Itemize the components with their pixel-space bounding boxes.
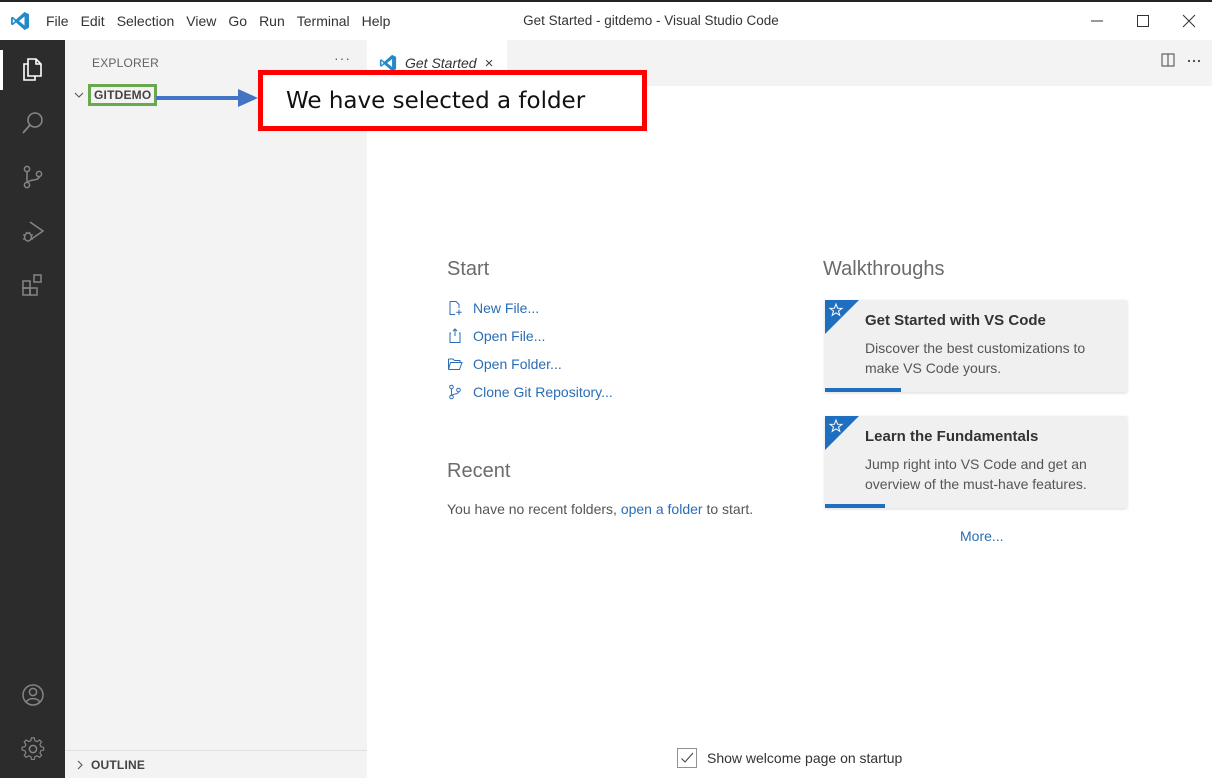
- manage-button[interactable]: [0, 724, 65, 774]
- activity-bar: [0, 40, 65, 778]
- recent-text-after: to start.: [702, 501, 754, 517]
- walkthrough-card-fundamentals[interactable]: Learn the Fundamentals Jump right into V…: [825, 416, 1127, 508]
- open-a-folder-link[interactable]: open a folder: [621, 501, 703, 517]
- outline-label: OUTLINE: [91, 757, 146, 772]
- featured-star-icon: [825, 300, 859, 334]
- chevron-right-icon: [77, 760, 83, 769]
- vscode-logo-icon: [0, 2, 40, 40]
- menu-selection[interactable]: Selection: [111, 2, 181, 40]
- source-control-icon: [449, 384, 461, 400]
- menu-view[interactable]: View: [180, 2, 222, 40]
- settings-gear-icon: [21, 737, 44, 761]
- card-title: Get Started with VS Code: [865, 312, 1046, 329]
- clone-repo-label: Clone Git Repository...: [473, 384, 613, 400]
- active-indicator: [0, 50, 3, 90]
- open-file-link[interactable]: Open File...: [447, 322, 613, 350]
- walkthrough-card-get-started[interactable]: Get Started with VS Code Discover the be…: [825, 300, 1127, 392]
- show-on-startup-label: Show welcome page on startup: [707, 750, 903, 766]
- search-button[interactable]: [0, 98, 65, 148]
- minimize-icon: [1091, 20, 1103, 22]
- card-description: Discover the best customizations to make…: [865, 340, 1086, 376]
- open-folder-icon: [448, 358, 463, 370]
- menu-file[interactable]: File: [40, 2, 75, 40]
- new-file-link[interactable]: New File...: [447, 294, 613, 322]
- sidebar-more-button[interactable]: ···: [334, 50, 351, 66]
- new-file-label: New File...: [473, 300, 540, 316]
- sidebar-title: EXPLORER: [92, 56, 159, 70]
- extensions-icon: [21, 274, 42, 296]
- open-file-icon: [449, 328, 461, 343]
- more-actions-icon[interactable]: [1186, 52, 1202, 68]
- show-on-startup-checkbox[interactable]: [677, 748, 697, 768]
- source-control-icon: [23, 165, 42, 189]
- show-on-startup-toggle[interactable]: Show welcome page on startup: [677, 748, 902, 768]
- tab-close-button[interactable]: ×: [485, 55, 494, 72]
- recent-empty-message: You have no recent folders, open a folde…: [447, 494, 767, 524]
- menu-bar: File Edit Selection View Go Run Terminal…: [40, 2, 396, 40]
- menu-edit[interactable]: Edit: [75, 2, 111, 40]
- welcome-page: Start New File... Open File... Open Fold…: [367, 86, 1212, 778]
- menu-go[interactable]: Go: [222, 2, 253, 40]
- annotation-callout: We have selected a folder: [258, 70, 647, 131]
- start-heading: Start: [447, 258, 490, 280]
- folder-tree-item[interactable]: GITDEMO: [73, 84, 158, 106]
- split-editor-icon[interactable]: [1160, 52, 1176, 68]
- start-list: New File... Open File... Open Folder... …: [447, 294, 613, 406]
- maximize-button[interactable]: [1120, 2, 1166, 40]
- run-debug-icon: [22, 221, 44, 242]
- open-folder-label: Open Folder...: [473, 356, 562, 372]
- run-debug-button[interactable]: [0, 206, 65, 256]
- card-title: Learn the Fundamentals: [865, 428, 1039, 445]
- new-file-icon: [449, 301, 462, 315]
- close-window-button[interactable]: [1166, 2, 1212, 40]
- explorer-button[interactable]: [0, 44, 65, 94]
- accounts-icon: [21, 684, 44, 706]
- tab-label: Get Started: [405, 55, 477, 71]
- source-control-button[interactable]: [0, 152, 65, 202]
- close-icon: [1182, 14, 1196, 28]
- recent-text-before: You have no recent folders,: [447, 501, 621, 517]
- accounts-button[interactable]: [0, 670, 65, 720]
- card-description: Jump right into VS Code and get an overv…: [865, 456, 1087, 492]
- walkthroughs-heading: Walkthroughs: [823, 258, 945, 280]
- recent-heading: Recent: [447, 460, 511, 482]
- minimize-button[interactable]: [1074, 2, 1120, 40]
- menu-terminal[interactable]: Terminal: [291, 2, 356, 40]
- menu-run[interactable]: Run: [253, 2, 291, 40]
- files-icon: [22, 58, 42, 81]
- more-walkthroughs-link[interactable]: More...: [960, 528, 1004, 544]
- clone-repo-link[interactable]: Clone Git Repository...: [447, 378, 613, 406]
- annotation-arrow: [156, 89, 258, 107]
- outline-section[interactable]: OUTLINE: [65, 750, 367, 778]
- editor-actions: [1160, 52, 1202, 68]
- menu-help[interactable]: Help: [356, 2, 397, 40]
- maximize-icon: [1137, 15, 1149, 27]
- annotation-text: We have selected a folder: [286, 87, 586, 114]
- window-controls: [1074, 2, 1212, 40]
- featured-star-icon: [825, 416, 859, 450]
- card-progress-bar: [825, 388, 901, 392]
- checkmark-icon: [681, 752, 694, 763]
- open-folder-link[interactable]: Open Folder...: [447, 350, 613, 378]
- open-file-label: Open File...: [473, 328, 546, 344]
- folder-name: GITDEMO: [88, 84, 158, 106]
- search-icon: [21, 112, 43, 134]
- explorer-sidebar: EXPLORER ··· GITDEMO OUTLINE: [65, 40, 367, 778]
- chevron-down-icon: [74, 92, 84, 98]
- card-progress-bar: [825, 504, 885, 508]
- extensions-button[interactable]: [0, 260, 65, 310]
- title-bar: File Edit Selection View Go Run Terminal…: [0, 0, 1212, 40]
